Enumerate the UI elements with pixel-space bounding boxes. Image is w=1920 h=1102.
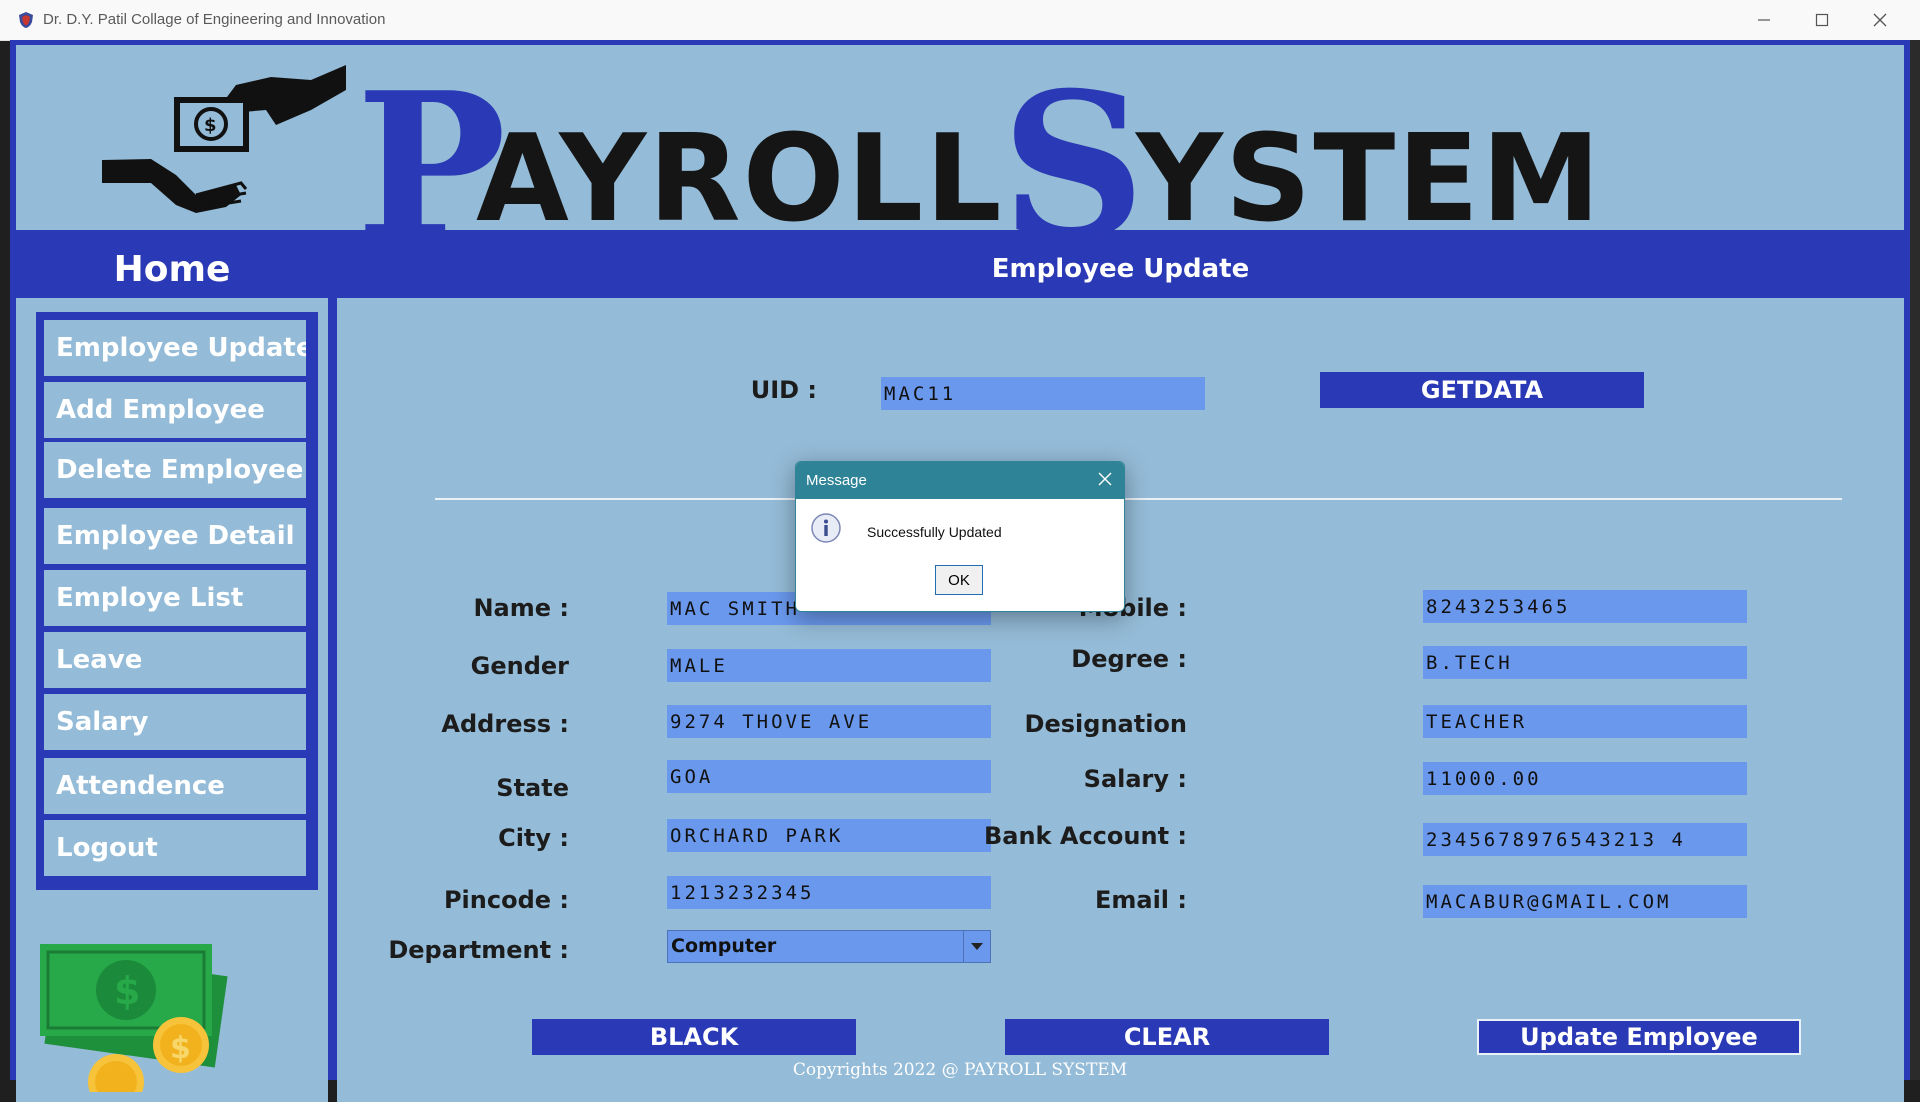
window-edge xyxy=(1910,40,1920,1080)
mobile-input[interactable]: 8243253465 xyxy=(1423,590,1747,623)
salary-input[interactable]: 11000.00 xyxy=(1423,762,1747,795)
sidebar-item-leave[interactable]: Leave xyxy=(44,632,306,688)
department-label: Department : xyxy=(388,936,569,964)
title-word-payroll: AYROLL xyxy=(476,110,1004,249)
page-title: Employee Update xyxy=(337,240,1904,298)
sidebar-item-employee-update[interactable]: Employee Update xyxy=(44,320,306,376)
svg-text:$: $ xyxy=(204,115,217,136)
sidebar-item-employe-list[interactable]: Employe List xyxy=(44,570,306,626)
sidebar-item-logout[interactable]: Logout xyxy=(44,820,306,876)
gender-label: Gender xyxy=(470,652,569,680)
state-label: State xyxy=(496,774,569,802)
getdata-button[interactable]: GETDATA xyxy=(1320,372,1644,408)
email-label: Email : xyxy=(1094,886,1187,914)
money-hands-icon: $ xyxy=(102,65,346,213)
window-title: Dr. D.Y. Patil Collage of Engineering an… xyxy=(43,11,386,28)
chevron-down-icon[interactable] xyxy=(963,931,990,962)
dialog-message: Successfully Updated xyxy=(867,524,1002,540)
pincode-input[interactable]: 1213232345 xyxy=(667,876,991,909)
back-button[interactable]: BLACK xyxy=(532,1019,856,1055)
main-panel: Employee Update UID : MAC11 GETDATA Name… xyxy=(337,240,1904,1102)
sidebar-item-employee-detail[interactable]: Employee Detail xyxy=(44,508,306,564)
close-icon xyxy=(1873,13,1887,27)
address-input[interactable]: 9274 THOVE AVE xyxy=(667,705,991,738)
clear-button[interactable]: CLEAR xyxy=(1005,1019,1329,1055)
close-icon[interactable] xyxy=(1096,470,1114,488)
maximize-button[interactable] xyxy=(1794,0,1850,40)
department-select-value: Computer xyxy=(671,935,777,957)
update-employee-button[interactable]: Update Employee xyxy=(1477,1019,1801,1055)
address-label: Address : xyxy=(441,710,569,738)
maximize-icon xyxy=(1815,13,1829,27)
sidebar-item-delete-employee[interactable]: Delete Employee xyxy=(44,442,306,498)
degree-label: Degree : xyxy=(1071,645,1187,673)
svg-text:$: $ xyxy=(114,969,140,1013)
sidebar-item-salary[interactable]: Salary xyxy=(44,694,306,750)
dialog-title: Message xyxy=(806,472,867,489)
gender-input[interactable]: MALE xyxy=(667,649,991,682)
header-banner: $ P AYROLL S YSTEM xyxy=(16,45,1904,267)
sidebar: Home Employee Update Add Employee Delete… xyxy=(16,240,328,1102)
window-titlebar: Dr. D.Y. Patil Collage of Engineering an… xyxy=(0,0,1920,41)
degree-input[interactable]: B.TECH xyxy=(1423,646,1747,679)
state-input[interactable]: GOA xyxy=(667,760,991,793)
email-input[interactable]: MACABUR@GMAIL.COM xyxy=(1423,885,1747,918)
section-divider xyxy=(435,498,1842,500)
designation-label: Designation xyxy=(1024,710,1187,738)
sidebar-item-attendence[interactable]: Attendence xyxy=(44,758,306,814)
app-shield-icon xyxy=(19,12,33,28)
department-select[interactable]: Computer xyxy=(667,930,991,963)
minimize-button[interactable] xyxy=(1736,0,1792,40)
dialog-ok-button[interactable]: OK xyxy=(935,565,983,595)
uid-input[interactable]: MAC11 xyxy=(881,377,1205,410)
city-input[interactable]: ORCHARD PARK xyxy=(667,819,991,852)
message-dialog: Message Successfully Updated OK xyxy=(795,461,1125,612)
minimize-icon xyxy=(1758,19,1770,21)
dialog-titlebar: Message xyxy=(796,462,1124,499)
sidebar-item-add-employee[interactable]: Add Employee xyxy=(44,382,306,438)
bank-account-label: Bank Account : xyxy=(983,822,1187,850)
info-icon xyxy=(811,513,841,543)
uid-label: UID : xyxy=(750,376,817,404)
city-label: City : xyxy=(498,824,569,852)
bank-account-input[interactable]: 2345678976543213 4 xyxy=(1423,823,1747,856)
title-word-system: YSTEM xyxy=(1136,110,1603,249)
name-label: Name : xyxy=(473,594,569,622)
close-button[interactable] xyxy=(1852,0,1908,40)
footer-copyright: Copyrights 2022 @ PAYROLL SYSTEM xyxy=(792,1060,1128,1080)
designation-input[interactable]: TEACHER xyxy=(1423,705,1747,738)
salary-label: Salary : xyxy=(1083,765,1187,793)
pincode-label: Pincode : xyxy=(443,886,569,914)
sidebar-menu: Employee Update Add Employee Delete Empl… xyxy=(36,312,318,890)
sidebar-title: Home xyxy=(16,240,328,298)
title-initial-s: S xyxy=(1001,49,1146,284)
